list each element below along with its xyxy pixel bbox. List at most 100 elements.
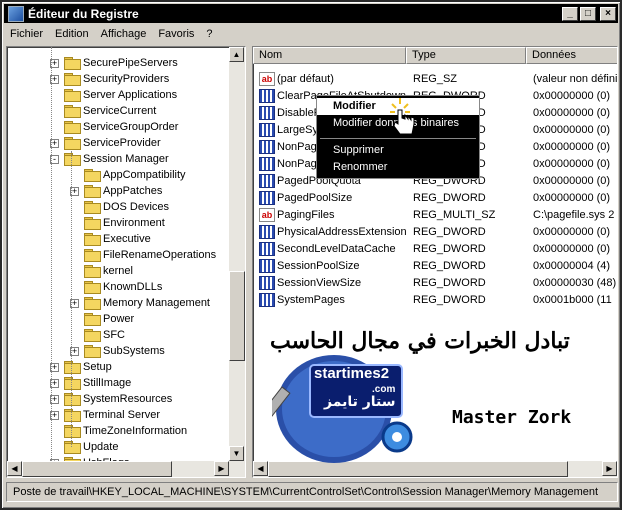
value-row[interactable]: ab (par défaut) REG_SZ (valeur non défini: [253, 71, 617, 88]
binary-value-icon: [259, 123, 275, 137]
tree-item[interactable]: TimeZoneInformation: [64, 423, 187, 439]
tree-scroll-thumb[interactable]: [229, 271, 245, 361]
menu-affichage[interactable]: Affichage: [95, 28, 153, 40]
logo-site-name: startimes2: [314, 365, 390, 382]
folder-icon: [84, 345, 101, 358]
tree-item-label: DOS Devices: [103, 201, 170, 213]
tree-item[interactable]: Executive: [84, 231, 151, 247]
value-data: 0x00000000 (0): [533, 141, 611, 153]
minimize-button[interactable]: _: [562, 6, 578, 21]
value-type: REG_DWORD: [413, 226, 486, 238]
scroll-left-button[interactable]: ◀: [7, 461, 22, 476]
tree-item-label: SystemResources: [83, 393, 173, 405]
column-header-data[interactable]: Données: [526, 47, 617, 64]
status-bar: Poste de travail\HKEY_LOCAL_MACHINE\SYST…: [6, 482, 618, 502]
tree-item[interactable]: SubSystems: [84, 343, 165, 359]
tree-item[interactable]: ServiceGroupOrder: [64, 119, 178, 135]
column-header-type[interactable]: Type: [406, 47, 526, 64]
context-rename[interactable]: Renommer: [317, 159, 479, 176]
value-name: PagingFiles: [277, 209, 335, 221]
logo-arabic-name: ستار تايمز: [324, 394, 396, 410]
menu-fichier[interactable]: Fichier: [4, 28, 49, 40]
value-row[interactable]: ab PagingFiles REG_MULTI_SZ C:\pagefile.sys…: [253, 207, 617, 224]
value-type: REG_DWORD: [413, 192, 486, 204]
tree-item[interactable]: SystemResources: [64, 391, 172, 407]
scroll-left-button[interactable]: ◀: [253, 461, 268, 476]
binary-value-icon: [259, 242, 275, 256]
title-bar[interactable]: Éditeur du Registre _ □ ×: [4, 4, 618, 23]
folder-icon: [64, 89, 81, 102]
scroll-up-button[interactable]: ▲: [229, 47, 244, 62]
tree-item-label: ServiceProvider: [83, 137, 161, 149]
tree-item-label: FileRenameOperations: [103, 249, 217, 261]
tree-item-label: kernel: [103, 265, 133, 277]
tree-vertical-scrollbar[interactable]: ▲ ▼: [229, 47, 245, 461]
folder-icon: [84, 217, 101, 230]
column-header-name[interactable]: Nom: [253, 47, 406, 64]
value-row[interactable]: SystemPages REG_DWORD 0x0001b000 (11: [253, 292, 617, 309]
tree-item[interactable]: KnownDLLs: [84, 279, 162, 295]
folder-icon: [84, 329, 101, 342]
tree-item[interactable]: Terminal Server: [64, 407, 160, 423]
menu-help[interactable]: ?: [200, 28, 218, 40]
regedit-app-icon: [8, 5, 24, 22]
folder-icon: [84, 313, 101, 326]
folder-icon: [64, 361, 81, 374]
string-value-icon: ab: [259, 72, 275, 86]
menu-edition[interactable]: Edition: [49, 28, 95, 40]
folder-icon: [64, 393, 81, 406]
tree-item[interactable]: SecurePipeServers: [64, 55, 178, 71]
tree-hscroll-thumb[interactable]: [22, 461, 172, 477]
tree-item[interactable]: Server Applications: [64, 87, 177, 103]
tree-item[interactable]: AppCompatibility: [84, 167, 186, 183]
tree-item[interactable]: Environment: [84, 215, 165, 231]
value-data: 0x00000030 (48): [533, 277, 617, 289]
binary-value-icon: [259, 140, 275, 154]
tree-item[interactable]: ServiceProvider: [64, 135, 161, 151]
binary-value-icon: [259, 106, 275, 120]
binary-value-icon: [259, 225, 275, 239]
tree-item[interactable]: SFC: [84, 327, 125, 343]
folder-icon: [64, 425, 81, 438]
value-row[interactable]: PhysicalAddressExtension REG_DWORD 0x00000…: [253, 224, 617, 241]
scroll-down-button[interactable]: ▼: [229, 446, 244, 461]
tree-guide-line: [71, 151, 72, 447]
scroll-right-button[interactable]: ▶: [602, 461, 617, 476]
value-name: (par défaut): [277, 73, 334, 85]
close-button[interactable]: ×: [600, 6, 616, 21]
value-data: 0x00000000 (0): [533, 243, 611, 255]
value-name: PagedPoolSize: [277, 192, 353, 204]
menu-favoris[interactable]: Favoris: [152, 28, 200, 40]
binary-value-icon: [259, 276, 275, 290]
tree-item-label: TimeZoneInformation: [83, 425, 188, 437]
tree-item[interactable]: SecurityProviders: [64, 71, 169, 87]
tree-item[interactable]: AppPatches: [84, 183, 162, 199]
tree-item[interactable]: kernel: [84, 263, 133, 279]
tree-item[interactable]: ServiceCurrent: [64, 103, 156, 119]
tree-item[interactable]: StillImage: [64, 375, 131, 391]
tree-item[interactable]: Session Manager: [64, 151, 169, 167]
key-tree-pane[interactable]: SecurePipeServers + SecurityProviders + Serv…: [6, 46, 246, 478]
maximize-button[interactable]: □: [580, 6, 596, 21]
folder-icon: [84, 297, 101, 310]
value-row[interactable]: SecondLevelDataCache REG_DWORD 0x00000000 …: [253, 241, 617, 258]
folder-icon: [64, 105, 81, 118]
value-row[interactable]: PagedPoolSize REG_DWORD 0x00000000 (0): [253, 190, 617, 207]
context-delete[interactable]: Supprimer: [317, 142, 479, 159]
tree-item[interactable]: Update: [64, 439, 118, 455]
value-row[interactable]: SessionViewSize REG_DWORD 0x00000030 (48): [253, 275, 617, 292]
value-type: REG_MULTI_SZ: [413, 209, 496, 221]
folder-icon: [84, 185, 101, 198]
value-type: REG_DWORD: [413, 294, 486, 306]
value-row[interactable]: SessionPoolSize REG_DWORD 0x00000004 (4): [253, 258, 617, 275]
tree-item[interactable]: DOS Devices: [84, 199, 169, 215]
tree-item[interactable]: FileRenameOperations: [84, 247, 216, 263]
scroll-right-button[interactable]: ▶: [214, 461, 229, 476]
tree-item-label: Setup: [83, 361, 112, 373]
tree-item[interactable]: Memory Management: [84, 295, 210, 311]
tree-item[interactable]: Power: [84, 311, 134, 327]
value-data: C:\pagefile.sys 2: [533, 209, 615, 221]
registry-editor-window: Éditeur du Registre _ □ × Fichier Editio…: [0, 0, 622, 510]
tree-horizontal-scrollbar[interactable]: ◀ ▶: [7, 461, 245, 477]
tree-item-label: Environment: [103, 217, 165, 229]
